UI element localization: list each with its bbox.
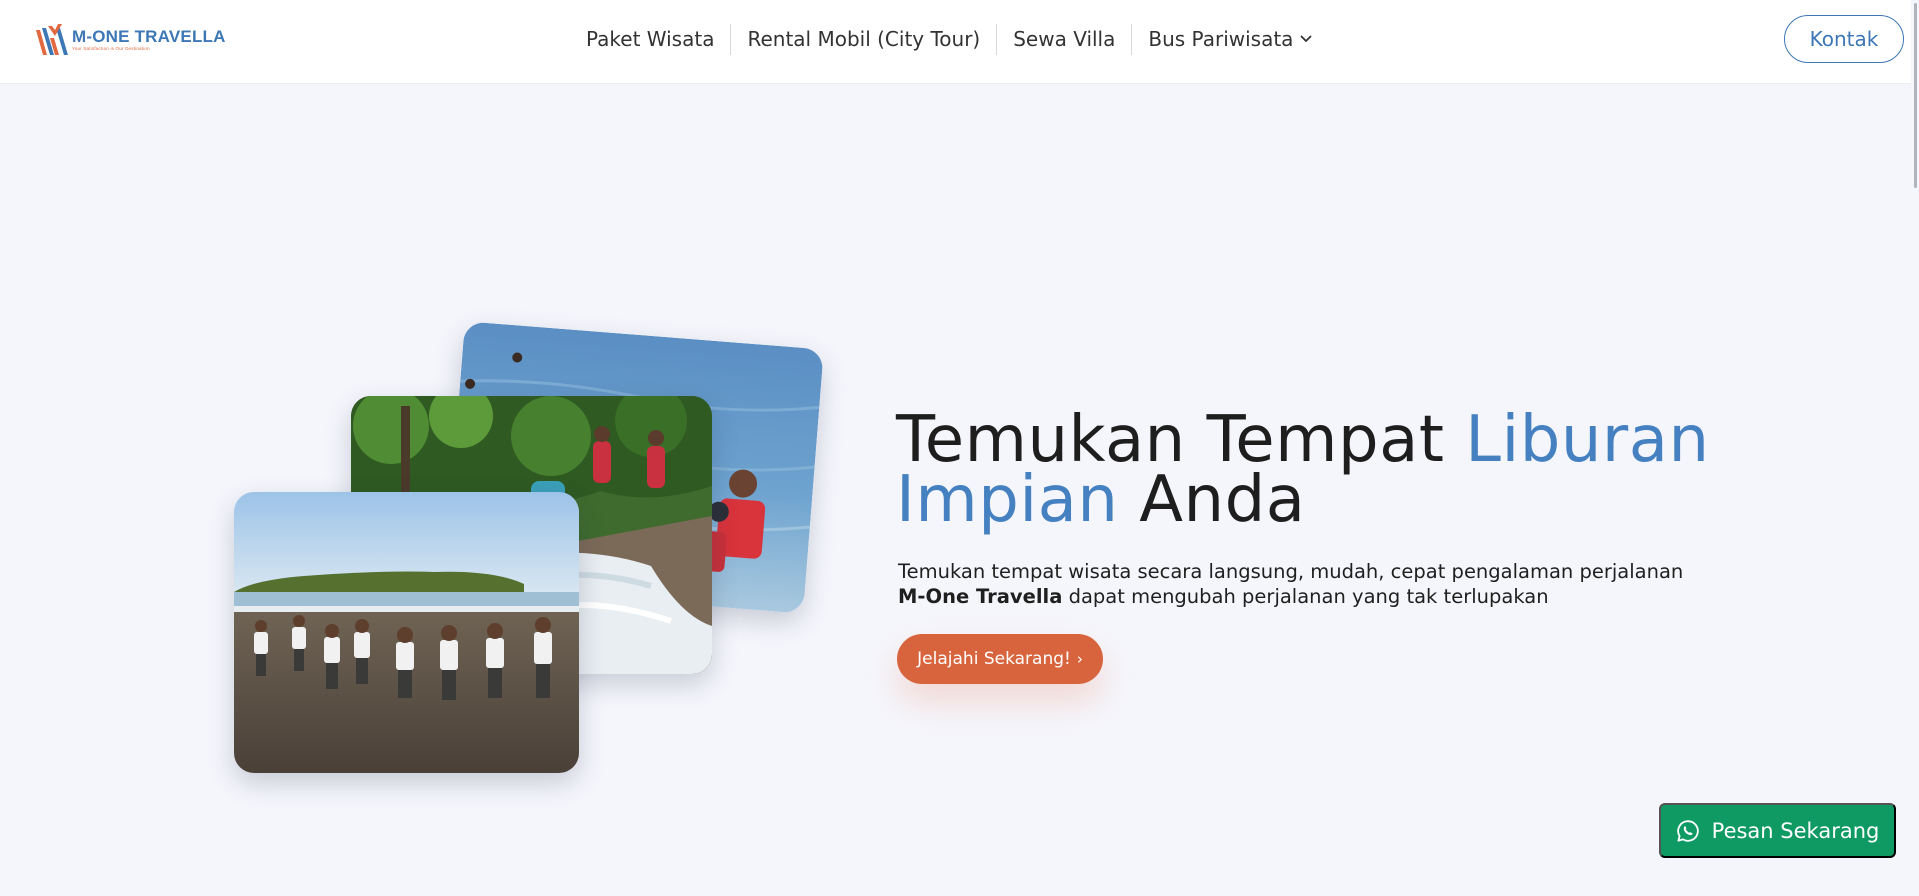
hero-desc-text: dapat mengubah perjalanan yang tak terlu… [1062, 585, 1549, 608]
hero-title-accent: Liburan [1465, 403, 1710, 477]
hero-desc-text: Temukan tempat wisata secara langsung, m… [898, 560, 1684, 583]
main-nav: Paket Wisata Rental Mobil (City Tour) Se… [570, 20, 1328, 58]
nav-item-bus-pariwisata[interactable]: Bus Pariwisata [1132, 20, 1328, 58]
hero-title-text: Anda [1118, 463, 1306, 537]
nav-item-paket-wisata[interactable]: Paket Wisata [570, 20, 730, 58]
brand-logo[interactable]: M-ONE TRAVELLA Your Satisfaction is Our … [34, 20, 226, 60]
logo-text: M-ONE TRAVELLA Your Satisfaction is Our … [72, 28, 226, 52]
contact-button[interactable]: Kontak [1784, 15, 1904, 63]
page-scrollbar[interactable] [1911, 0, 1919, 896]
nav-item-rental-mobil[interactable]: Rental Mobil (City Tour) [731, 20, 996, 58]
hero-description: Temukan tempat wisata secara langsung, m… [898, 559, 1798, 609]
hero-title-accent: Impian [896, 463, 1119, 537]
brand-name: M-ONE TRAVELLA [72, 27, 226, 47]
site-header: M-ONE TRAVELLA Your Satisfaction is Our … [0, 0, 1919, 84]
hero-title: Temukan Tempat Liburan Impian Anda [896, 408, 1796, 532]
hero-desc-brand: M-One Travella [898, 585, 1063, 608]
brand-tagline: Your Satisfaction is Our Destination [72, 46, 150, 52]
hero-photo-beach-exercise [234, 492, 579, 773]
order-now-label: Pesan Sekarang [1711, 818, 1880, 843]
chevron-right-icon: › [1076, 650, 1083, 668]
explore-button-label: Jelajahi Sekarang! [917, 649, 1071, 669]
order-now-button[interactable]: Pesan Sekarang [1659, 803, 1896, 858]
chevron-down-icon [1301, 35, 1312, 42]
explore-button[interactable]: Jelajahi Sekarang! › [897, 634, 1103, 684]
nav-item-sewa-villa[interactable]: Sewa Villa [997, 20, 1131, 58]
logo-mark-icon [36, 24, 68, 55]
whatsapp-icon [1676, 819, 1699, 842]
scrollbar-thumb[interactable] [1914, 3, 1917, 188]
nav-item-label: Bus Pariwisata [1148, 27, 1294, 51]
